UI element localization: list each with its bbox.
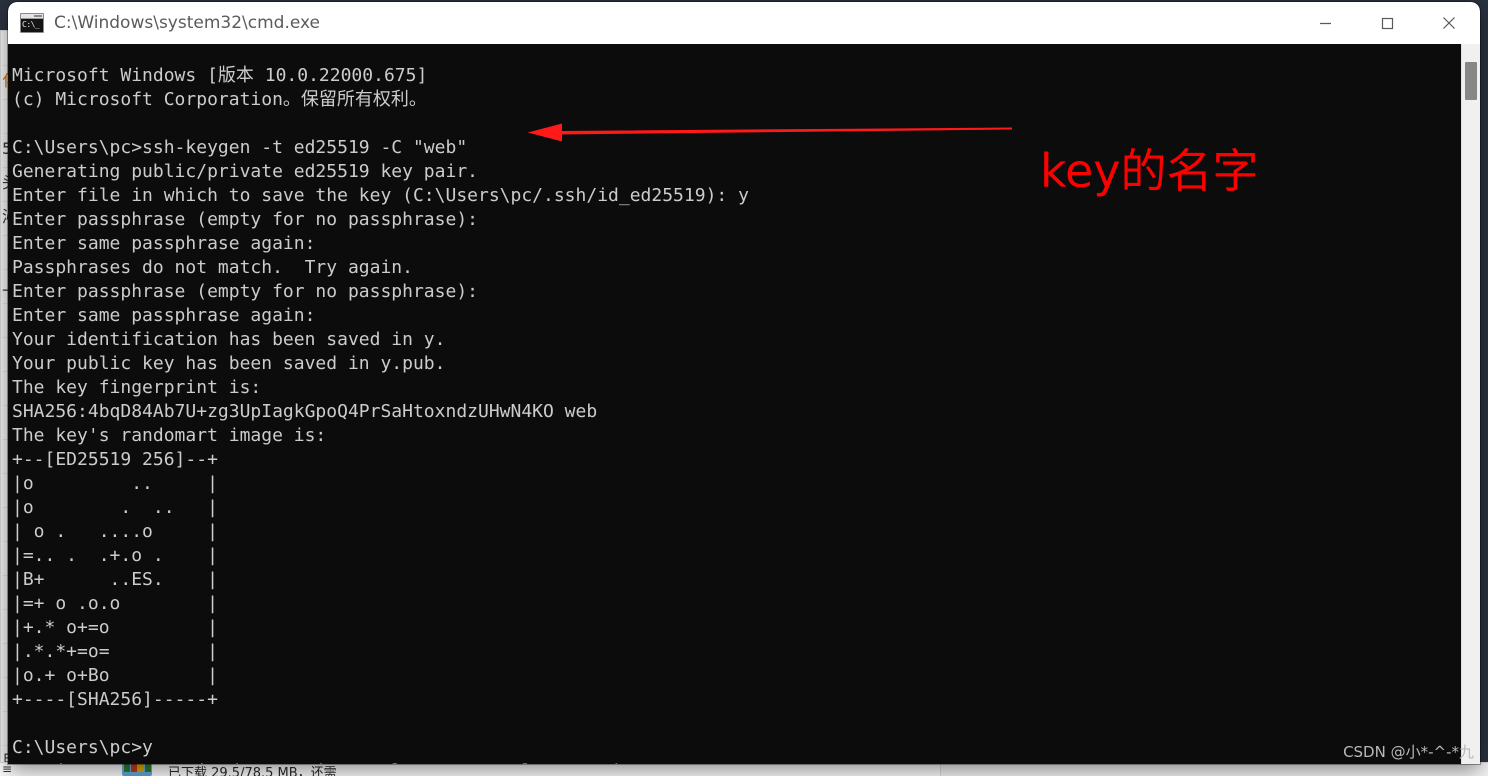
window-titlebar[interactable]: C:\_ C:\Windows\system32\cmd.exe [8, 2, 1480, 44]
terminal-scrollbar[interactable] [1461, 44, 1480, 764]
vertical-scroll-thumb[interactable] [1465, 62, 1477, 100]
csdn-watermark: CSDN @小*-^-*九 [1343, 743, 1474, 761]
screen: 化5头沁上目 ≡ 已下载 29.5/78.5 MB，还需 C:\_ C:\Win… [0, 0, 1488, 776]
terminal-text: Microsoft Windows [版本 10.0.22000.675] (c… [12, 65, 749, 764]
cmd-icon-glyph: C:\_ [21, 19, 43, 32]
terminal-output-area[interactable]: Microsoft Windows [版本 10.0.22000.675] (c… [8, 44, 1480, 764]
cmd-console-icon: C:\_ [20, 13, 44, 33]
close-button[interactable] [1418, 2, 1480, 44]
download-status-text: 已下载 29.5/78.5 MB，还需 [168, 766, 337, 776]
minimize-button[interactable] [1294, 2, 1356, 44]
download-thumbnail-icon [122, 763, 152, 776]
annotation-label-key-name: key的名字 [1040, 144, 1259, 198]
window-title: C:\Windows\system32\cmd.exe [54, 13, 321, 33]
maximize-button[interactable] [1356, 2, 1418, 44]
background-window-download-status[interactable]: ≡ 已下载 29.5/78.5 MB，还需 [0, 762, 1488, 776]
window-controls [1294, 2, 1480, 44]
cmd-window[interactable]: C:\_ C:\Windows\system32\cmd.exe Microso… [8, 2, 1480, 764]
download-status-panel: ≡ 已下载 29.5/78.5 MB，还需 [0, 762, 941, 776]
list-glyph-icon: ≡ [2, 762, 13, 776]
